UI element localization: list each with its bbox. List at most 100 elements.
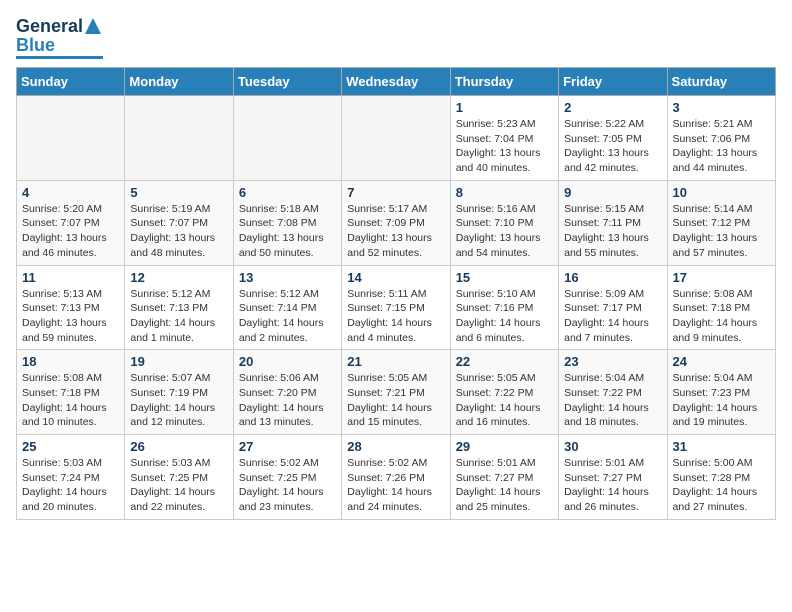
day-number: 12	[130, 270, 227, 285]
calendar-cell: 28 Sunrise: 5:02 AM Sunset: 7:26 PM Dayli…	[342, 435, 450, 520]
calendar-week-1: 1 Sunrise: 5:23 AM Sunset: 7:04 PM Daylig…	[17, 96, 776, 181]
calendar-cell: 9Sunrise: 5:15 AM Sunset: 7:11 PM Daylig…	[559, 180, 667, 265]
day-number: 8	[456, 185, 553, 200]
calendar-table: SundayMondayTuesdayWednesdayThursdayFrid…	[16, 67, 776, 520]
day-info: Sunrise: 5:11 AM Sunset: 7:15 PM Dayligh…	[347, 287, 444, 346]
day-number: 1	[456, 100, 553, 115]
day-info: Sunrise: 5:00 AM Sunset: 7:28 PM Dayligh…	[673, 456, 770, 515]
calendar-cell: 17 Sunrise: 5:08 AM Sunset: 7:18 PM Dayli…	[667, 265, 775, 350]
day-info: Sunrise: 5:17 AM Sunset: 7:09 PM Dayligh…	[347, 202, 444, 261]
day-number: 31	[673, 439, 770, 454]
logo-underline	[16, 56, 103, 59]
day-info: Sunrise: 5:16 AM Sunset: 7:10 PM Dayligh…	[456, 202, 553, 261]
calendar-cell: 20Sunrise: 5:06 AM Sunset: 7:20 PM Dayli…	[233, 350, 341, 435]
day-number: 4	[22, 185, 119, 200]
day-number: 2	[564, 100, 661, 115]
calendar-cell: 11 Sunrise: 5:13 AM Sunset: 7:13 PM Dayli…	[17, 265, 125, 350]
day-number: 11	[22, 270, 119, 285]
day-number: 14	[347, 270, 444, 285]
calendar-cell: 26 Sunrise: 5:03 AM Sunset: 7:25 PM Dayli…	[125, 435, 233, 520]
day-number: 25	[22, 439, 119, 454]
day-info: Sunrise: 5:07 AM Sunset: 7:19 PM Dayligh…	[130, 371, 227, 430]
calendar-cell: 14 Sunrise: 5:11 AM Sunset: 7:15 PM Dayli…	[342, 265, 450, 350]
day-info: Sunrise: 5:20 AM Sunset: 7:07 PM Dayligh…	[22, 202, 119, 261]
day-number: 28	[347, 439, 444, 454]
calendar-cell: 29 Sunrise: 5:01 AM Sunset: 7:27 PM Dayli…	[450, 435, 558, 520]
page-header: General Blue	[16, 16, 776, 59]
calendar-week-4: 18Sunrise: 5:08 AM Sunset: 7:18 PM Dayli…	[17, 350, 776, 435]
calendar-cell: 27 Sunrise: 5:02 AM Sunset: 7:25 PM Dayli…	[233, 435, 341, 520]
weekday-header-thursday: Thursday	[450, 68, 558, 96]
day-info: Sunrise: 5:09 AM Sunset: 7:17 PM Dayligh…	[564, 287, 661, 346]
day-number: 23	[564, 354, 661, 369]
calendar-week-5: 25Sunrise: 5:03 AM Sunset: 7:24 PM Dayli…	[17, 435, 776, 520]
day-number: 10	[673, 185, 770, 200]
day-info: Sunrise: 5:02 AM Sunset: 7:25 PM Dayligh…	[239, 456, 336, 515]
logo-blue: Blue	[16, 36, 55, 54]
logo-icon	[83, 16, 103, 36]
day-info: Sunrise: 5:21 AM Sunset: 7:06 PM Dayligh…	[673, 117, 770, 176]
calendar-cell: 4 Sunrise: 5:20 AM Sunset: 7:07 PM Daylig…	[17, 180, 125, 265]
calendar-cell	[342, 96, 450, 181]
calendar-cell: 31 Sunrise: 5:00 AM Sunset: 7:28 PM Dayli…	[667, 435, 775, 520]
calendar-cell: 3 Sunrise: 5:21 AM Sunset: 7:06 PM Daylig…	[667, 96, 775, 181]
day-number: 3	[673, 100, 770, 115]
day-number: 27	[239, 439, 336, 454]
calendar-cell	[125, 96, 233, 181]
day-number: 13	[239, 270, 336, 285]
calendar-cell: 2Sunrise: 5:22 AM Sunset: 7:05 PM Daylig…	[559, 96, 667, 181]
day-info: Sunrise: 5:19 AM Sunset: 7:07 PM Dayligh…	[130, 202, 227, 261]
calendar-cell: 19 Sunrise: 5:07 AM Sunset: 7:19 PM Dayli…	[125, 350, 233, 435]
day-info: Sunrise: 5:12 AM Sunset: 7:13 PM Dayligh…	[130, 287, 227, 346]
day-info: Sunrise: 5:23 AM Sunset: 7:04 PM Dayligh…	[456, 117, 553, 176]
day-number: 20	[239, 354, 336, 369]
day-info: Sunrise: 5:04 AM Sunset: 7:23 PM Dayligh…	[673, 371, 770, 430]
weekday-header-monday: Monday	[125, 68, 233, 96]
calendar-cell: 7Sunrise: 5:17 AM Sunset: 7:09 PM Daylig…	[342, 180, 450, 265]
calendar-cell: 10Sunrise: 5:14 AM Sunset: 7:12 PM Dayli…	[667, 180, 775, 265]
calendar-cell: 5 Sunrise: 5:19 AM Sunset: 7:07 PM Daylig…	[125, 180, 233, 265]
weekday-header-sunday: Sunday	[17, 68, 125, 96]
weekday-header-saturday: Saturday	[667, 68, 775, 96]
calendar-cell: 24Sunrise: 5:04 AM Sunset: 7:23 PM Dayli…	[667, 350, 775, 435]
day-info: Sunrise: 5:04 AM Sunset: 7:22 PM Dayligh…	[564, 371, 661, 430]
calendar-cell: 18Sunrise: 5:08 AM Sunset: 7:18 PM Dayli…	[17, 350, 125, 435]
day-number: 15	[456, 270, 553, 285]
day-number: 21	[347, 354, 444, 369]
day-info: Sunrise: 5:12 AM Sunset: 7:14 PM Dayligh…	[239, 287, 336, 346]
calendar-cell: 21 Sunrise: 5:05 AM Sunset: 7:21 PM Dayli…	[342, 350, 450, 435]
day-number: 26	[130, 439, 227, 454]
day-info: Sunrise: 5:08 AM Sunset: 7:18 PM Dayligh…	[673, 287, 770, 346]
day-number: 18	[22, 354, 119, 369]
weekday-header-tuesday: Tuesday	[233, 68, 341, 96]
calendar-cell: 6Sunrise: 5:18 AM Sunset: 7:08 PM Daylig…	[233, 180, 341, 265]
day-info: Sunrise: 5:13 AM Sunset: 7:13 PM Dayligh…	[22, 287, 119, 346]
calendar-cell: 16 Sunrise: 5:09 AM Sunset: 7:17 PM Dayli…	[559, 265, 667, 350]
day-info: Sunrise: 5:01 AM Sunset: 7:27 PM Dayligh…	[456, 456, 553, 515]
day-info: Sunrise: 5:03 AM Sunset: 7:25 PM Dayligh…	[130, 456, 227, 515]
calendar-cell: 12 Sunrise: 5:12 AM Sunset: 7:13 PM Dayli…	[125, 265, 233, 350]
day-info: Sunrise: 5:05 AM Sunset: 7:22 PM Dayligh…	[456, 371, 553, 430]
calendar-cell: 15Sunrise: 5:10 AM Sunset: 7:16 PM Dayli…	[450, 265, 558, 350]
calendar-header-row: SundayMondayTuesdayWednesdayThursdayFrid…	[17, 68, 776, 96]
day-number: 17	[673, 270, 770, 285]
calendar-cell	[17, 96, 125, 181]
day-info: Sunrise: 5:01 AM Sunset: 7:27 PM Dayligh…	[564, 456, 661, 515]
calendar-week-3: 11 Sunrise: 5:13 AM Sunset: 7:13 PM Dayli…	[17, 265, 776, 350]
calendar-cell	[233, 96, 341, 181]
day-number: 22	[456, 354, 553, 369]
calendar-cell: 30 Sunrise: 5:01 AM Sunset: 7:27 PM Dayli…	[559, 435, 667, 520]
day-number: 16	[564, 270, 661, 285]
day-number: 29	[456, 439, 553, 454]
day-info: Sunrise: 5:02 AM Sunset: 7:26 PM Dayligh…	[347, 456, 444, 515]
day-info: Sunrise: 5:18 AM Sunset: 7:08 PM Dayligh…	[239, 202, 336, 261]
calendar-cell: 8 Sunrise: 5:16 AM Sunset: 7:10 PM Daylig…	[450, 180, 558, 265]
day-number: 30	[564, 439, 661, 454]
weekday-header-friday: Friday	[559, 68, 667, 96]
day-number: 19	[130, 354, 227, 369]
day-info: Sunrise: 5:05 AM Sunset: 7:21 PM Dayligh…	[347, 371, 444, 430]
day-number: 9	[564, 185, 661, 200]
logo-general: General	[16, 17, 83, 35]
logo: General Blue	[16, 16, 103, 59]
day-number: 5	[130, 185, 227, 200]
